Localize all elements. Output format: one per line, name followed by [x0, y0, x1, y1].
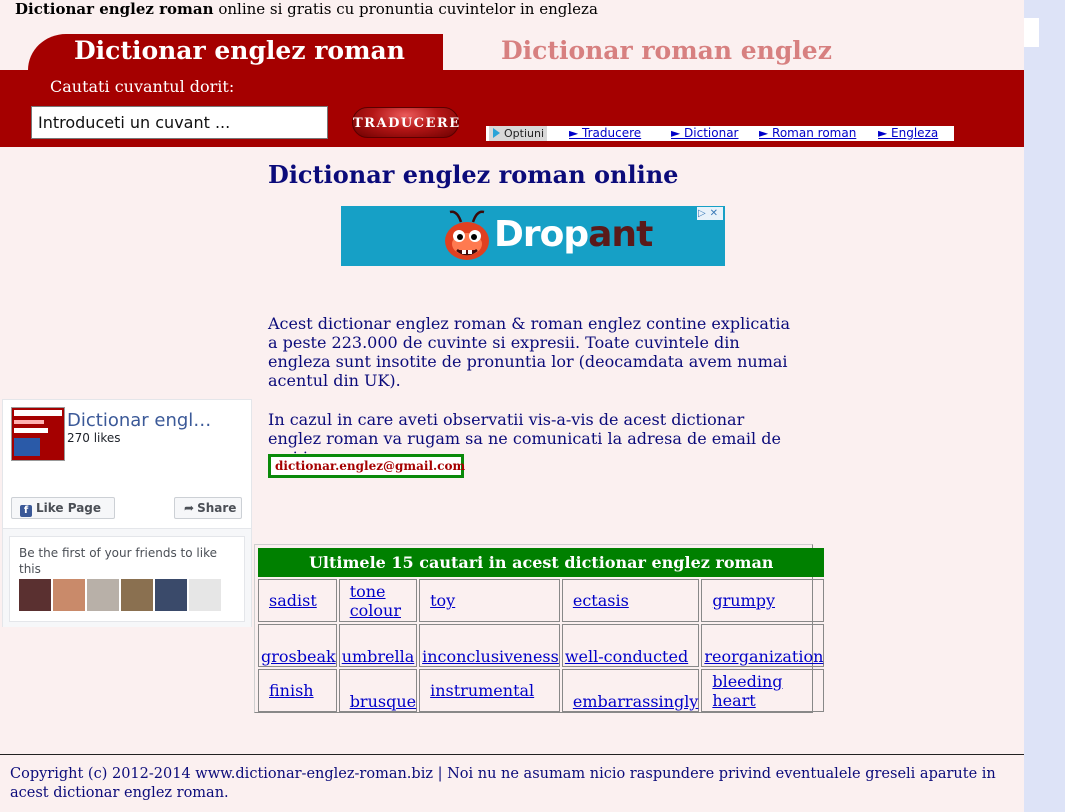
link-dictionar[interactable]: ► Dictionar	[671, 126, 739, 141]
table-row: grosbeak umbrella inconclusiveness well-con…	[258, 624, 825, 667]
table-cell: embarrassingly	[561, 669, 700, 712]
table-cell: sadist	[258, 579, 337, 622]
table-cell: instrumental	[419, 669, 560, 712]
share-button[interactable]: ➦ Share	[174, 497, 242, 519]
options-bar: Optiuni ► Traducere ► Dictionar ► Roman …	[486, 126, 954, 141]
recent-search-link[interactable]: toy	[430, 591, 455, 610]
table-cell: ectasis	[561, 579, 700, 622]
search-bar: Cautati cuvantul dorit: TRADUCERE Optiun…	[0, 70, 1024, 147]
table-row: finish brusque instrumental embarrassingly b…	[258, 669, 825, 712]
search-label: Cautati cuvantul dorit:	[50, 77, 235, 96]
recent-search-link[interactable]: embarrassingly	[573, 692, 699, 711]
recent-search-link[interactable]: sadist	[269, 591, 317, 610]
site-name: Dictionar englez roman	[15, 0, 214, 18]
page-title: Dictionar englez roman online	[268, 160, 679, 189]
table-cell: finish	[258, 669, 337, 712]
tab-englez-roman-label: Dictionar englez roman	[74, 36, 405, 65]
table-cell: grosbeak	[258, 624, 337, 667]
friends-text: Be the first of your friends to like thi…	[19, 546, 217, 576]
recent-searches: Ultimele 15 cautari in acest dictionar e…	[254, 544, 825, 713]
recent-search-link[interactable]: umbrella	[342, 647, 415, 666]
recent-searches-table: Ultimele 15 cautari in acest dictionar e…	[256, 546, 826, 714]
friend-avatar[interactable]	[189, 579, 221, 611]
recent-searches-title: Ultimele 15 cautari in acest dictionar e…	[258, 548, 825, 577]
recent-search-link[interactable]: grosbeak	[261, 647, 336, 666]
tab-englez-roman[interactable]: Dictionar englez roman	[28, 34, 443, 70]
ad-choices-icon[interactable]: ▷✕	[697, 207, 723, 220]
site-header-line: Dictionar englez roman online si gratis …	[15, 0, 598, 19]
facebook-likes-count: 270 likes	[67, 431, 121, 445]
recent-search-link[interactable]: tone colour	[350, 582, 401, 620]
link-traducere[interactable]: ► Traducere	[569, 126, 641, 141]
facebook-page-name[interactable]: Dictionar engl…	[67, 410, 211, 431]
edge-strip	[1024, 18, 1039, 47]
table-cell: grumpy	[701, 579, 825, 622]
share-icon: ➦	[184, 501, 195, 515]
table-cell: brusque	[338, 669, 418, 712]
search-input[interactable]	[31, 106, 328, 139]
options-button[interactable]: Optiuni	[489, 126, 547, 141]
link-roman-roman[interactable]: ► Roman roman	[759, 126, 856, 141]
contact-email: dictionar.englez@gmail.com	[268, 454, 465, 478]
table-cell: toy	[419, 579, 560, 622]
options-label: Optiuni	[504, 127, 545, 140]
like-page-label: Like Page	[36, 501, 102, 515]
facebook-page-thumbnail[interactable]	[11, 407, 65, 461]
recent-search-link[interactable]: bleeding heart	[712, 672, 782, 710]
friend-avatar[interactable]	[121, 579, 153, 611]
facebook-widget: Dictionar engl… 270 likes f Like Page ➦ Sh…	[2, 399, 252, 627]
recent-search-link[interactable]: finish	[269, 681, 314, 700]
friend-avatars	[19, 579, 223, 611]
friend-avatar[interactable]	[155, 579, 187, 611]
footer-divider	[0, 754, 1024, 755]
table-cell: inconclusiveness	[419, 624, 560, 667]
translate-button[interactable]: TRADUCERE	[352, 107, 459, 138]
friend-avatar[interactable]	[53, 579, 85, 611]
recent-search-link[interactable]: reorganization	[704, 647, 823, 666]
footer-text: Copyright (c) 2012-2014 www.dictionar-en…	[10, 766, 996, 801]
recent-search-link[interactable]: ectasis	[573, 591, 629, 610]
table-cell: umbrella	[338, 624, 418, 667]
friend-avatar[interactable]	[19, 579, 51, 611]
like-page-button[interactable]: f Like Page	[11, 497, 115, 519]
recent-search-link[interactable]: instrumental	[430, 681, 534, 700]
table-row: sadist tone colour toy ectasis grumpy	[258, 579, 825, 622]
ad-brand-main: Drop	[494, 214, 589, 255]
recent-search-link[interactable]: inconclusiveness	[422, 647, 559, 666]
facebook-friends-box: Be the first of your friends to like thi…	[9, 536, 245, 622]
recent-search-link[interactable]: well-conducted	[565, 647, 688, 666]
ad-brand: Dropant	[494, 214, 653, 256]
friend-avatar[interactable]	[87, 579, 119, 611]
table-cell: well-conducted	[561, 624, 700, 667]
ad-brand-accent: ant	[588, 214, 653, 255]
ad-banner[interactable]: Dropant ▷✕	[341, 206, 725, 266]
recent-search-link[interactable]: grumpy	[712, 591, 775, 610]
page: Dictionar englez roman online si gratis …	[0, 0, 1024, 812]
table-cell: reorganization	[701, 624, 825, 667]
recent-search-link[interactable]: brusque	[350, 692, 416, 711]
tab-roman-englez[interactable]: Dictionar roman englez	[501, 36, 832, 65]
intro-paragraph: Acest dictionar englez roman & roman eng…	[268, 314, 790, 390]
share-label: Share	[197, 501, 237, 515]
site-tagline: online si gratis cu pronuntia cuvintelor…	[218, 0, 598, 18]
facebook-icon: f	[20, 505, 32, 517]
link-engleza[interactable]: ► Engleza	[878, 126, 938, 141]
play-icon	[493, 128, 500, 138]
table-cell: tone colour	[338, 579, 418, 622]
table-cell: bleeding heart	[701, 669, 825, 712]
